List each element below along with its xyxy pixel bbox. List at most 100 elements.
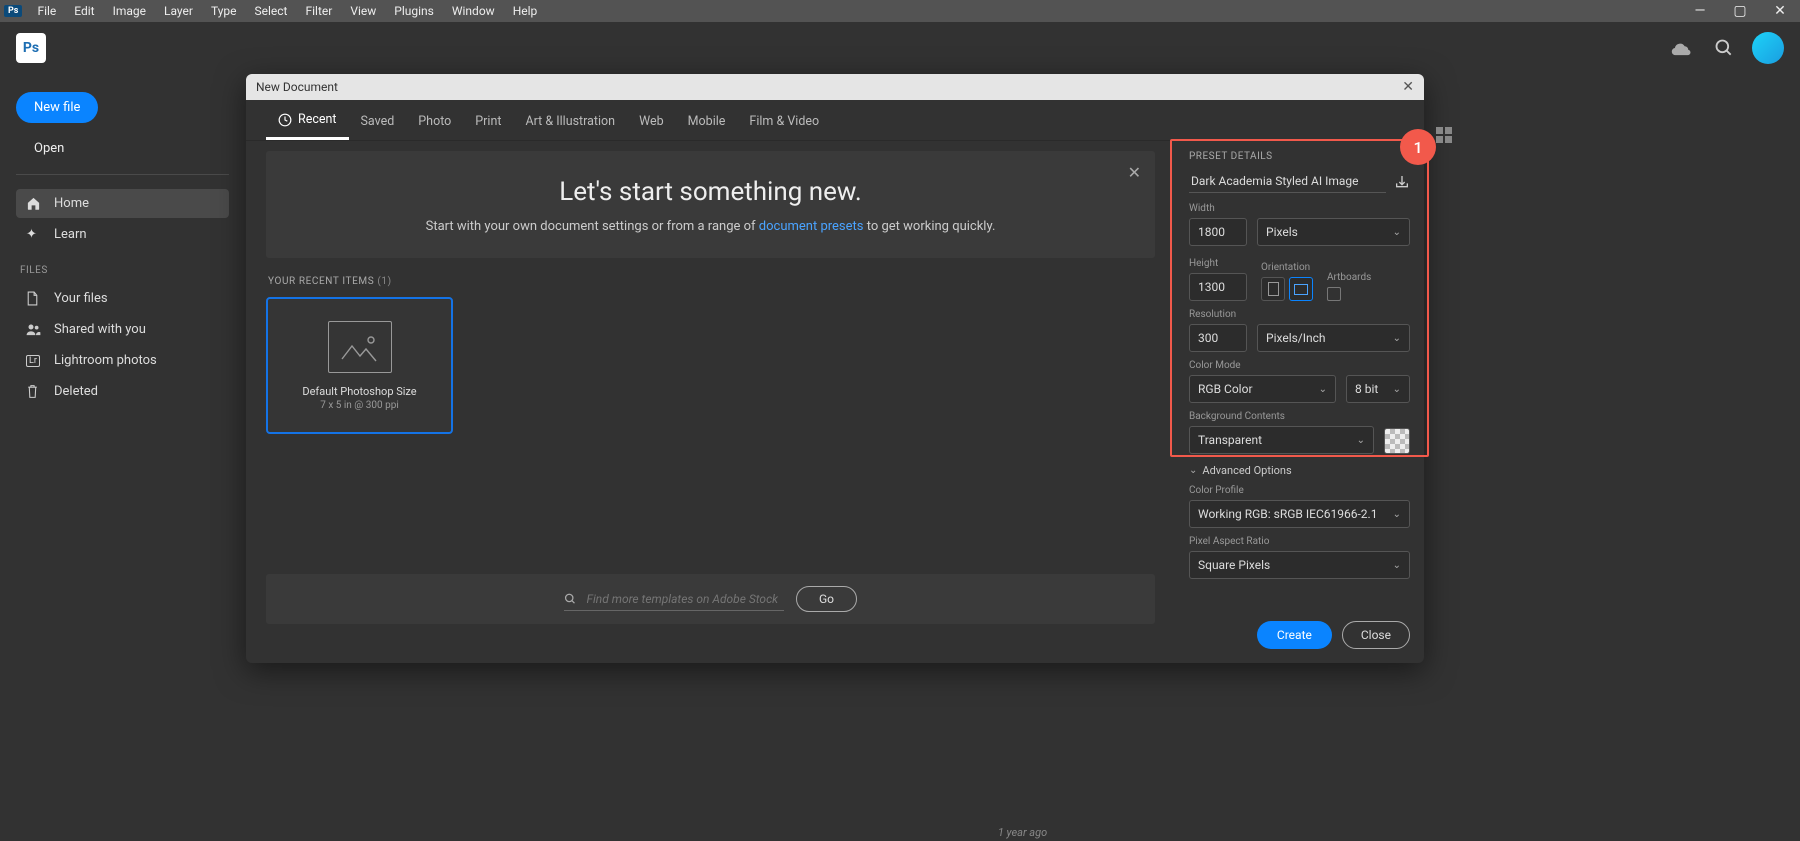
nav-deleted[interactable]: Deleted <box>16 377 229 406</box>
stock-search-input[interactable] <box>587 592 784 606</box>
new-file-button[interactable]: New file <box>16 92 98 123</box>
artboards-checkbox[interactable] <box>1327 287 1341 301</box>
user-avatar[interactable] <box>1752 32 1784 64</box>
menu-image[interactable]: Image <box>104 4 155 18</box>
tab-print[interactable]: Print <box>463 104 513 139</box>
open-button[interactable]: Open <box>16 133 82 164</box>
save-preset-icon[interactable] <box>1394 174 1410 190</box>
new-document-dialog: New Document ✕ Recent Saved Photo Print … <box>246 74 1424 663</box>
menu-plugins[interactable]: Plugins <box>385 4 443 18</box>
preset-details-panel: 1 PRESET DETAILS Width Pixels⌄ <box>1175 141 1424 663</box>
menu-window[interactable]: Window <box>443 4 504 18</box>
width-label: Width <box>1189 203 1410 214</box>
banner-text: Start with your own document settings or… <box>286 219 1135 234</box>
nav-shared[interactable]: Shared with you <box>16 315 229 344</box>
search-icon[interactable] <box>1710 34 1738 62</box>
color-mode-select[interactable]: RGB Color⌄ <box>1189 375 1336 403</box>
cloud-icon[interactable] <box>1668 34 1696 62</box>
color-profile-label: Color Profile <box>1189 485 1410 496</box>
par-label: Pixel Aspect Ratio <box>1189 536 1410 547</box>
tab-web[interactable]: Web <box>627 104 676 139</box>
dialog-titlebar: New Document ✕ <box>246 74 1424 100</box>
people-icon <box>26 323 44 336</box>
chevron-down-icon: ⌄ <box>1319 384 1327 395</box>
preset-name-input[interactable] <box>1189 170 1386 193</box>
annotation-badge: 1 <box>1400 129 1436 165</box>
orientation-label: Orientation <box>1261 262 1313 273</box>
width-input[interactable] <box>1189 218 1247 246</box>
nav-home[interactable]: Home <box>16 189 229 218</box>
chevron-down-icon: ⌄ <box>1189 465 1197 476</box>
dialog-title: New Document <box>256 80 338 94</box>
close-button[interactable]: Close <box>1342 621 1410 649</box>
recent-items-label: YOUR RECENT ITEMS (1) <box>268 276 1155 287</box>
window-maximize[interactable]: ▢ <box>1720 3 1760 19</box>
bg-contents-select[interactable]: Transparent⌄ <box>1189 426 1374 454</box>
recent-preset-card[interactable]: Default Photoshop Size 7 x 5 in @ 300 pp… <box>266 297 453 434</box>
stock-search-bar: Go <box>266 574 1155 624</box>
chevron-down-icon: ⌄ <box>1393 333 1401 344</box>
preset-card-title: Default Photoshop Size <box>302 385 416 398</box>
files-section-label: FILES <box>20 265 229 276</box>
dialog-left-pane: ✕ Let's start something new. Start with … <box>246 141 1175 663</box>
color-profile-select[interactable]: Working RGB: sRGB IEC61966-2.1⌄ <box>1189 500 1410 528</box>
chevron-down-icon: ⌄ <box>1393 509 1401 520</box>
window-minimize[interactable]: — <box>1680 3 1720 19</box>
sparkle-icon: ✦ <box>26 227 44 242</box>
app-header: Ps <box>0 22 1800 74</box>
nav-label: Learn <box>54 227 87 242</box>
nav-your-files[interactable]: Your files <box>16 284 229 313</box>
nav-label: Lightroom photos <box>54 353 157 368</box>
preset-details-header: PRESET DETAILS <box>1189 151 1410 162</box>
intro-banner: ✕ Let's start something new. Start with … <box>266 151 1155 258</box>
bit-depth-select[interactable]: 8 bit⌄ <box>1346 375 1410 403</box>
menu-help[interactable]: Help <box>504 4 547 18</box>
nav-label: Your files <box>54 291 108 306</box>
par-select[interactable]: Square Pixels⌄ <box>1189 551 1410 579</box>
menu-view[interactable]: View <box>341 4 385 18</box>
footer-timestamp: 1 year ago <box>998 826 1047 839</box>
preset-card-sub: 7 x 5 in @ 300 ppi <box>320 400 399 411</box>
create-button[interactable]: Create <box>1257 621 1332 649</box>
nav-lightroom[interactable]: Lr Lightroom photos <box>16 346 229 375</box>
chevron-down-icon: ⌄ <box>1393 227 1401 238</box>
width-unit-select[interactable]: Pixels⌄ <box>1257 218 1410 246</box>
advanced-options-toggle[interactable]: ⌄Advanced Options <box>1189 464 1410 477</box>
menubar: Ps File Edit Image Layer Type Select Fil… <box>0 0 1800 22</box>
orientation-landscape[interactable] <box>1289 277 1313 301</box>
nav-learn[interactable]: ✦ Learn <box>16 220 229 249</box>
tab-art[interactable]: Art & Illustration <box>513 104 627 139</box>
dialog-close-button[interactable]: ✕ <box>1402 79 1414 95</box>
view-grid-icon[interactable] <box>1436 127 1454 145</box>
go-button[interactable]: Go <box>796 586 857 612</box>
app-badge: Ps <box>4 5 22 17</box>
banner-close[interactable]: ✕ <box>1128 163 1141 182</box>
content-area: New Document ✕ Recent Saved Photo Print … <box>245 74 1800 841</box>
chevron-down-icon: ⌄ <box>1393 384 1401 395</box>
nav-label: Home <box>54 196 89 211</box>
menu-file[interactable]: File <box>28 4 65 18</box>
tab-film[interactable]: Film & Video <box>737 104 831 139</box>
nav-label: Deleted <box>54 384 98 399</box>
bg-swatch[interactable] <box>1384 428 1410 454</box>
tab-mobile[interactable]: Mobile <box>676 104 738 139</box>
height-input[interactable] <box>1189 273 1247 301</box>
nav-label: Shared with you <box>54 322 146 337</box>
tab-saved[interactable]: Saved <box>349 104 407 139</box>
orientation-portrait[interactable] <box>1261 277 1285 301</box>
tab-photo[interactable]: Photo <box>406 104 463 139</box>
resolution-unit-select[interactable]: Pixels/Inch⌄ <box>1257 324 1410 352</box>
home-sidebar: New file Open Home ✦ Learn FILES Your fi… <box>0 74 245 841</box>
file-icon <box>26 291 44 306</box>
menu-edit[interactable]: Edit <box>65 4 103 18</box>
menu-layer[interactable]: Layer <box>155 4 202 18</box>
tab-recent[interactable]: Recent <box>266 102 349 140</box>
home-icon <box>26 196 44 211</box>
trash-icon <box>26 384 44 399</box>
window-close[interactable]: ✕ <box>1760 3 1800 19</box>
menu-type[interactable]: Type <box>202 4 246 18</box>
menu-filter[interactable]: Filter <box>296 4 341 18</box>
menu-select[interactable]: Select <box>246 4 297 18</box>
document-presets-link[interactable]: document presets <box>759 219 864 234</box>
resolution-input[interactable] <box>1189 324 1247 352</box>
